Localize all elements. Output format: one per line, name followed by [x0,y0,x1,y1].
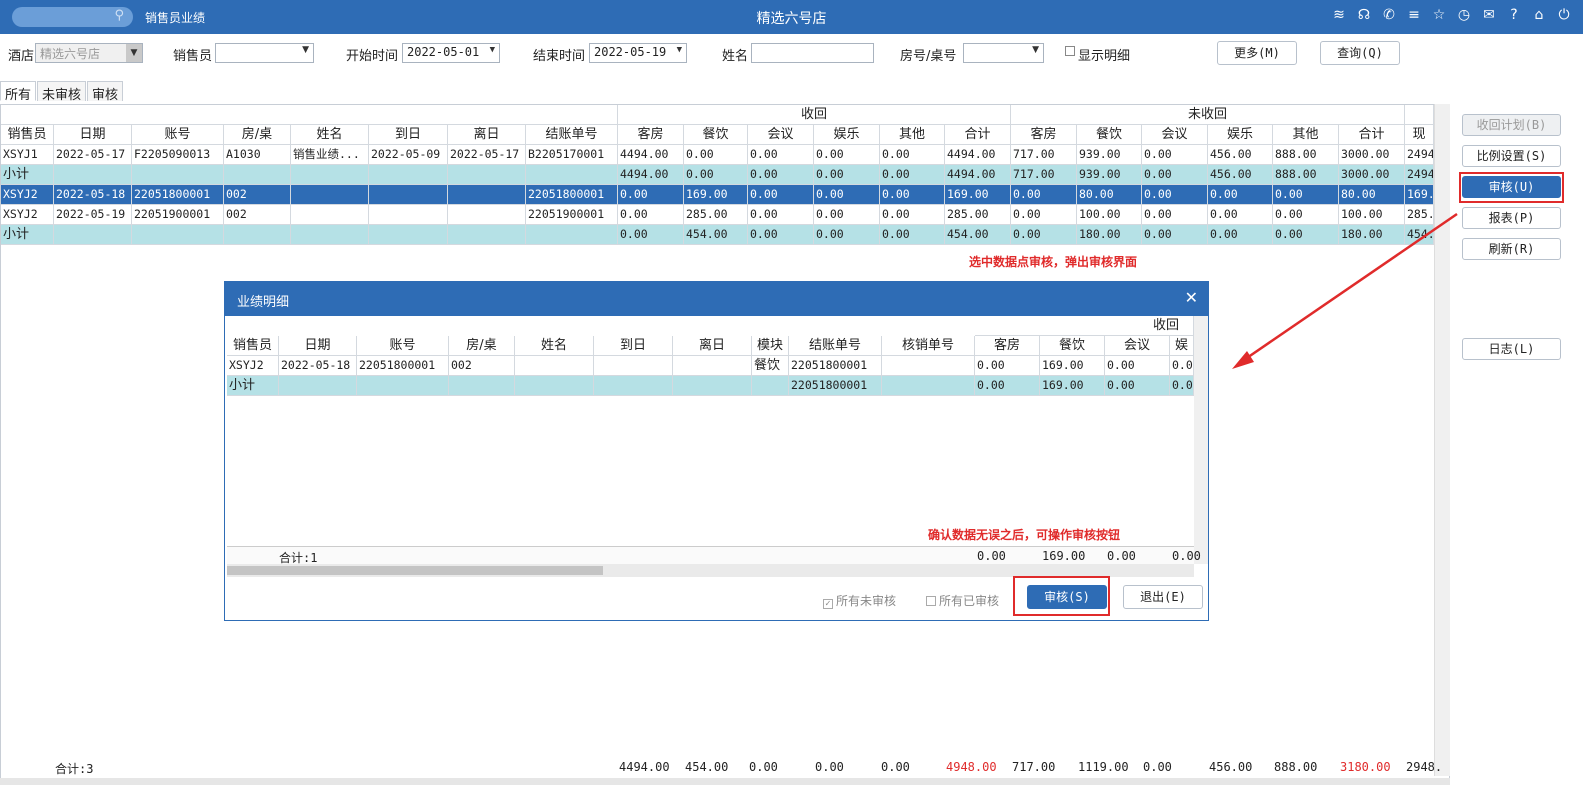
dialog-table-cell: 餐饮 [752,356,789,376]
dialog-table-cell [279,376,357,396]
dialog-total-value: 0.00 [977,549,1006,563]
dialog-table-cell [882,376,975,396]
dialog-column-header: 离日 [673,336,752,356]
dialog-table-cell [515,356,594,376]
dialog-column-header: 结账单号 [789,336,882,356]
dialog-table-cell [357,376,449,396]
dialog-title: 业绩明细 [237,295,290,310]
highlight-dialog-audit [1013,576,1110,616]
performance-detail-dialog: 业绩明细 ✕ 收回 销售员 日期 账号 房/桌 姓名 到日 离日 模块 结账单号 核销单号 客房 餐饮会… [224,281,1209,621]
dialog-column-header: 姓名 [515,336,594,356]
dialog-total-value: 0.00 [1172,549,1201,563]
dialog-vertical-scrollbar[interactable] [1194,316,1208,564]
dialog-table-cell: 0.00 [1105,356,1170,376]
dialog-column-header: 到日 [594,336,673,356]
dialog-column-header: 会议 [1105,336,1170,356]
dialog-table-cell: 0.00 [1105,376,1170,396]
dialog-total-value: 169.00 [1042,549,1086,563]
dialog-group-header: 收回 [975,316,1194,336]
checkbox-checked-icon[interactable]: ✓ [823,599,833,609]
dialog-table-cell: 169.00 [1040,376,1105,396]
dialog-column-header: 餐饮 [1040,336,1105,356]
dialog-table-cell [673,376,752,396]
dialog-total-bar: 合计:1 0.00 169.00 0.00 0.00 [227,546,1201,565]
dialog-table-cell: 2022-05-18 [279,356,357,376]
dialog-table-cell: 22051800001 [357,356,449,376]
dialog-column-header: 日期 [279,336,357,356]
dialog-table-cell: 22051800001 [789,356,882,376]
dialog-table-cell: 0.00 [975,356,1040,376]
dialog-table-cell [594,376,673,396]
header-spacer [227,316,975,336]
annotation-dialog: 确认数据无误之后，可操作审核按钮 [928,528,1121,542]
dialog-table-cell [594,356,673,376]
close-icon[interactable]: ✕ [1185,288,1198,307]
dialog-column-header: 客房 [975,336,1040,356]
dialog-exit-button[interactable]: 退出(E) [1123,585,1203,609]
dialog-table-cell: 002 [449,356,515,376]
scroll-thumb[interactable] [227,566,603,575]
dialog-total-value: 0.00 [1107,549,1136,563]
dialog-table-cell: 169.00 [1040,356,1105,376]
annotation-top: 选中数据点审核，弹出审核界面 [969,255,1138,269]
dialog-table-cell: 0.00 [975,376,1040,396]
dialog-column-header: 模块 [752,336,789,356]
all-audited-label: 所有已审核 [939,594,1000,608]
dialog-table-cell [882,356,975,376]
dialog-table-cell: 0.00 [1170,376,1194,396]
checkbox-icon[interactable] [926,596,936,606]
all-unaudited-label: 所有未审核 [836,594,897,608]
dialog-table-cell [752,376,789,396]
dialog-table-cell [515,376,594,396]
dialog-table-cell: 22051800001 [789,376,882,396]
dialog-table-cell: XSYJ2 [227,356,279,376]
all-audited-option[interactable]: 所有已审核 [926,592,999,609]
dialog-column-header: 账号 [357,336,449,356]
dialog-column-header: 核销单号 [882,336,975,356]
dialog-column-header: 娱 [1170,336,1194,356]
all-unaudited-option[interactable]: ✓ 所有未审核 [823,592,896,609]
dialog-table-cell [673,356,752,376]
dialog-column-header: 房/桌 [449,336,515,356]
dialog-table-cell [449,376,515,396]
dialog-table-cell: 0.00 [1170,356,1194,376]
dialog-header: 业绩明细 ✕ [225,282,1208,316]
dialog-table-cell: 小计 [227,376,279,396]
dialog-column-header: 销售员 [227,336,279,356]
